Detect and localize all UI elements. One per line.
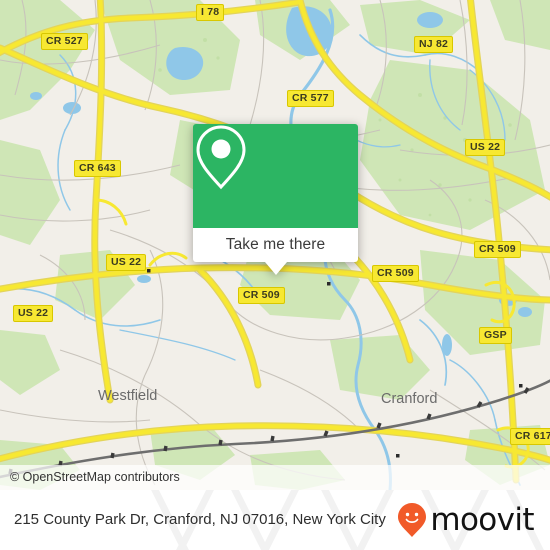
map-canvas[interactable]: I 78 NJ 82 CR 527 CR 577 US 22 CR 643 US…	[0, 0, 550, 490]
road-shield[interactable]: CR 509	[474, 241, 521, 258]
place-label-cranford: Cranford	[381, 391, 438, 407]
road-shield[interactable]: NJ 82	[414, 36, 454, 53]
road-shield[interactable]: I 78	[196, 4, 225, 21]
moovit-smiley-pin-icon	[398, 503, 427, 537]
moovit-wordmark: moovit	[430, 501, 534, 538]
location-callout-card[interactable]: Take me there	[193, 124, 358, 275]
callout-pointer-tail	[264, 262, 287, 275]
footer-bar: 215 County Park Dr, Cranford, NJ 07016, …	[0, 490, 550, 550]
osm-attribution[interactable]: © OpenStreetMap contributors	[0, 465, 550, 490]
road-shield[interactable]: US 22	[465, 139, 506, 156]
road-shield[interactable]: US 22	[106, 254, 147, 271]
place-label-westfield: Westfield	[98, 388, 158, 404]
road-shield[interactable]: US 22	[13, 305, 54, 322]
road-shield[interactable]: CR 617	[510, 428, 550, 445]
road-shield[interactable]: CR 509	[372, 265, 419, 282]
road-shield[interactable]: GSP	[479, 327, 512, 344]
moovit-logo[interactable]: moovit	[397, 502, 538, 538]
road-shield[interactable]: CR 577	[287, 90, 334, 107]
road-shield[interactable]: CR 509	[238, 287, 285, 304]
moovit-map-screenshot: I 78 NJ 82 CR 527 CR 577 US 22 CR 643 US…	[0, 0, 550, 550]
road-shield[interactable]: CR 527	[41, 33, 88, 50]
map-pin-icon	[196, 125, 246, 190]
road-shield[interactable]: CR 643	[74, 160, 121, 177]
callout-header	[193, 124, 358, 228]
footer-content: 215 County Park Dr, Cranford, NJ 07016, …	[0, 490, 550, 550]
address-text: 215 County Park Dr, Cranford, NJ 07016, …	[14, 511, 386, 528]
callout-action-bar[interactable]: Take me there	[193, 228, 358, 262]
take-me-there-label: Take me there	[225, 236, 326, 253]
